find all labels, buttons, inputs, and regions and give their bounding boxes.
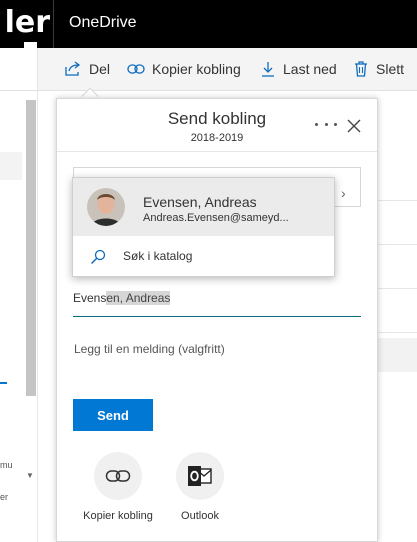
suggestion-name: Evensen, Andreas bbox=[143, 194, 257, 210]
people-suggestion-dropdown: Evensen, Andreas Andreas.Evensen@sameyd.… bbox=[72, 177, 335, 277]
recipient-input[interactable]: Evensen, Andreas bbox=[73, 287, 361, 317]
toolbar-divider bbox=[0, 90, 417, 91]
list-row-divider bbox=[378, 288, 417, 289]
recipient-autocomplete-text: en, Andreas bbox=[106, 291, 171, 305]
list-row-divider bbox=[378, 244, 417, 245]
copy-link-option-label: Kopier kobling bbox=[83, 510, 153, 522]
download-icon bbox=[262, 62, 274, 77]
share-icon bbox=[65, 61, 81, 76]
scrollbar-thumb[interactable] bbox=[26, 100, 36, 396]
avatar bbox=[87, 188, 125, 226]
app-title[interactable]: OneDrive bbox=[69, 0, 137, 48]
more-options-icon[interactable] bbox=[315, 117, 337, 131]
share-label: Del bbox=[89, 61, 111, 77]
suggestion-email: Andreas.Evensen@sameyd... bbox=[143, 212, 289, 224]
directory-search-label: Søk i katalog bbox=[123, 249, 193, 263]
copy-link-option-circle[interactable] bbox=[94, 452, 142, 500]
chevron-right-icon[interactable]: › bbox=[341, 185, 346, 201]
list-row-selected[interactable] bbox=[378, 338, 417, 372]
nav-selection-marker bbox=[0, 382, 7, 384]
recipient-typed-text: Evens bbox=[73, 291, 107, 305]
copy-link-option[interactable]: Kopier kobling bbox=[78, 452, 158, 522]
download-button[interactable]: Last ned bbox=[260, 48, 337, 90]
search-icon bbox=[91, 249, 106, 264]
copy-link-button[interactable]: Kopier kobling bbox=[127, 48, 241, 90]
download-label: Last ned bbox=[283, 61, 337, 77]
dialog-subtitle: 2018-2019 bbox=[190, 132, 244, 144]
outlook-option-circle[interactable] bbox=[176, 452, 224, 500]
share-button[interactable]: Del bbox=[64, 48, 110, 90]
outlook-option[interactable]: Outlook bbox=[160, 452, 240, 522]
send-button[interactable]: Send bbox=[73, 399, 153, 431]
header-divider bbox=[53, 0, 54, 48]
list-row-divider bbox=[378, 332, 417, 333]
brand-title-fragment: ler bbox=[4, 5, 50, 40]
app-header: ler OneDrive bbox=[0, 0, 417, 48]
list-row-divider bbox=[378, 200, 417, 201]
copy-link-label: Kopier kobling bbox=[152, 61, 241, 77]
link-icon bbox=[105, 470, 131, 482]
outlook-option-label: Outlook bbox=[181, 510, 219, 522]
dialog-header-divider bbox=[57, 151, 377, 152]
nav-text-fragment: mu bbox=[0, 460, 13, 470]
suggestion-person-item[interactable]: Evensen, Andreas Andreas.Evensen@sameyd.… bbox=[73, 178, 334, 236]
delete-button[interactable]: Slett bbox=[353, 48, 404, 90]
link-icon bbox=[127, 64, 145, 74]
nav-row-highlight[interactable] bbox=[0, 152, 22, 180]
scroll-down-icon[interactable]: ▼ bbox=[26, 471, 34, 480]
outlook-icon bbox=[188, 466, 212, 486]
nav-text-fragment: er bbox=[0, 492, 9, 502]
directory-search-item[interactable]: Søk i katalog bbox=[73, 237, 334, 277]
trash-icon bbox=[355, 61, 367, 77]
delete-label: Slett bbox=[376, 61, 405, 77]
message-field[interactable]: Legg til en melding (valgfritt) bbox=[74, 342, 225, 356]
command-bar: Del Kopier kobling Last ned Slett bbox=[38, 48, 417, 90]
file-list-background bbox=[378, 100, 417, 542]
close-icon[interactable] bbox=[346, 118, 362, 134]
